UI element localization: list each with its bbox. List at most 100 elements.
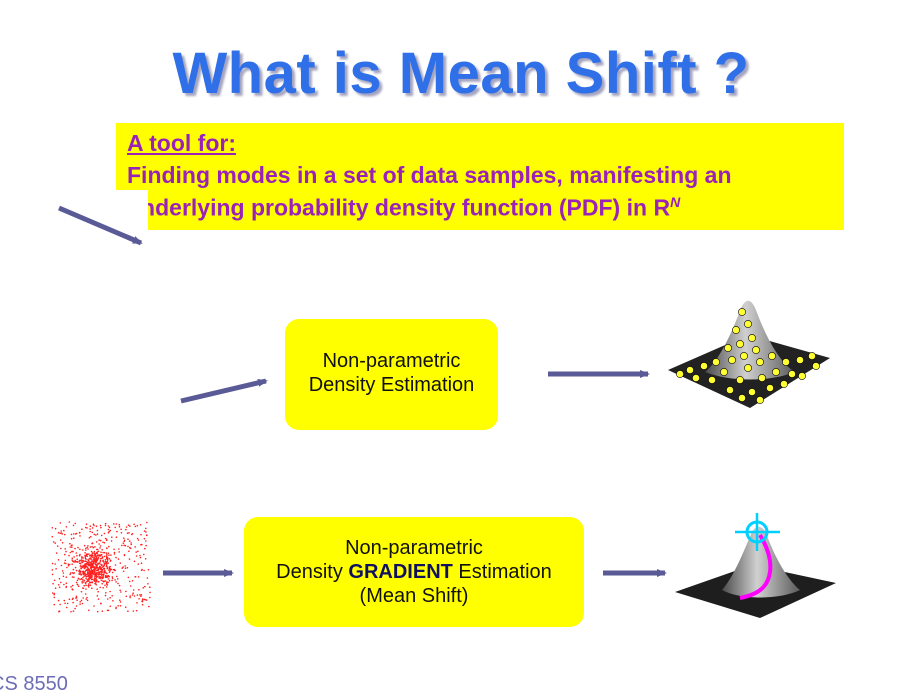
- sample-point: [136, 602, 138, 604]
- sample-point: [103, 542, 106, 544]
- sample-point: [99, 554, 101, 557]
- sample-point: [106, 572, 108, 575]
- sample-point: [103, 570, 106, 573]
- sample-point: [52, 541, 55, 543]
- surface-sample-dot: [756, 358, 764, 366]
- sample-point: [127, 538, 129, 540]
- sample-point: [93, 556, 96, 558]
- sample-point: [90, 566, 92, 569]
- sample-point: [106, 576, 108, 579]
- sample-point: [131, 580, 134, 582]
- sample-point: [104, 522, 107, 525]
- sample-point: [91, 542, 93, 545]
- sample-point: [84, 564, 86, 567]
- sample-point: [89, 575, 92, 578]
- sample-point: [78, 554, 81, 557]
- sample-point: [139, 594, 141, 596]
- surface-sample-dot: [736, 376, 744, 384]
- sample-point: [125, 526, 128, 528]
- sample-point: [82, 572, 84, 575]
- surface-sample-dot: [740, 352, 748, 360]
- sample-point: [61, 542, 64, 544]
- sample-point: [107, 578, 110, 580]
- sample-point: [63, 583, 65, 586]
- sample-point: [82, 557, 84, 559]
- sample-point: [133, 595, 136, 597]
- sample-point: [76, 599, 78, 601]
- sample-point: [135, 555, 138, 557]
- sample-point: [118, 525, 121, 528]
- sample-point: [129, 585, 132, 587]
- sample-point: [139, 554, 141, 557]
- sample-point: [85, 549, 87, 551]
- sample-point: [57, 531, 60, 534]
- sample-point: [51, 569, 54, 571]
- sample-point: [99, 539, 102, 542]
- sample-point: [115, 523, 118, 525]
- sample-point: [144, 585, 146, 588]
- sample-point: [62, 572, 65, 574]
- sample-point: [84, 575, 86, 577]
- sample-point: [63, 562, 66, 564]
- sample-point: [140, 533, 142, 536]
- sample-point: [129, 596, 131, 599]
- sample-point: [132, 610, 135, 612]
- sample-point: [68, 554, 70, 557]
- sample-point: [73, 561, 76, 563]
- sample-point: [105, 565, 108, 568]
- gradient-box-line-3: (Mean Shift): [359, 585, 469, 607]
- sample-point: [130, 543, 132, 546]
- sample-point: [59, 539, 62, 541]
- gradient-emphasis: GRADIENT: [348, 561, 453, 583]
- sample-point: [84, 582, 87, 585]
- sample-point: [108, 558, 111, 560]
- sample-point: [139, 556, 142, 559]
- sample-point: [80, 559, 83, 561]
- sample-point: [101, 556, 104, 558]
- sample-point: [101, 564, 103, 566]
- sample-point: [79, 578, 81, 581]
- sample-point: [82, 564, 84, 567]
- sample-point: [80, 599, 83, 602]
- sample-point: [133, 560, 136, 563]
- sample-point: [93, 524, 95, 527]
- sample-point: [128, 580, 131, 583]
- sample-point: [98, 571, 101, 574]
- sample-point: [132, 589, 135, 591]
- sample-point: [95, 525, 98, 527]
- sample-point: [137, 550, 139, 553]
- sample-point: [82, 579, 84, 581]
- sample-point: [123, 554, 126, 557]
- sample-point: [86, 599, 89, 602]
- sample-point: [82, 566, 84, 568]
- sample-point: [116, 578, 119, 580]
- sample-point: [73, 537, 75, 539]
- sample-point: [102, 561, 105, 563]
- sample-point: [86, 578, 88, 581]
- sample-point: [120, 591, 122, 593]
- sample-point: [74, 566, 77, 569]
- sample-point: [120, 528, 122, 531]
- sample-point: [99, 524, 102, 527]
- sample-point: [75, 595, 78, 598]
- sample-point: [110, 568, 113, 571]
- sample-point: [146, 521, 148, 524]
- sample-point: [95, 556, 98, 559]
- sample-point: [97, 573, 100, 576]
- sample-point: [70, 611, 72, 613]
- sample-point: [68, 521, 71, 523]
- sample-point: [54, 527, 57, 530]
- sample-point: [75, 581, 78, 584]
- sample-point: [112, 568, 115, 571]
- sample-point: [116, 575, 118, 578]
- sample-point: [66, 602, 69, 605]
- sample-point: [139, 524, 142, 526]
- sample-point: [113, 551, 116, 554]
- sample-point: [110, 540, 113, 542]
- sample-point: [74, 533, 77, 535]
- sample-point: [140, 594, 143, 596]
- sample-point: [149, 586, 151, 588]
- sample-point: [93, 552, 95, 554]
- sample-point: [65, 550, 67, 553]
- sample-point: [114, 564, 117, 566]
